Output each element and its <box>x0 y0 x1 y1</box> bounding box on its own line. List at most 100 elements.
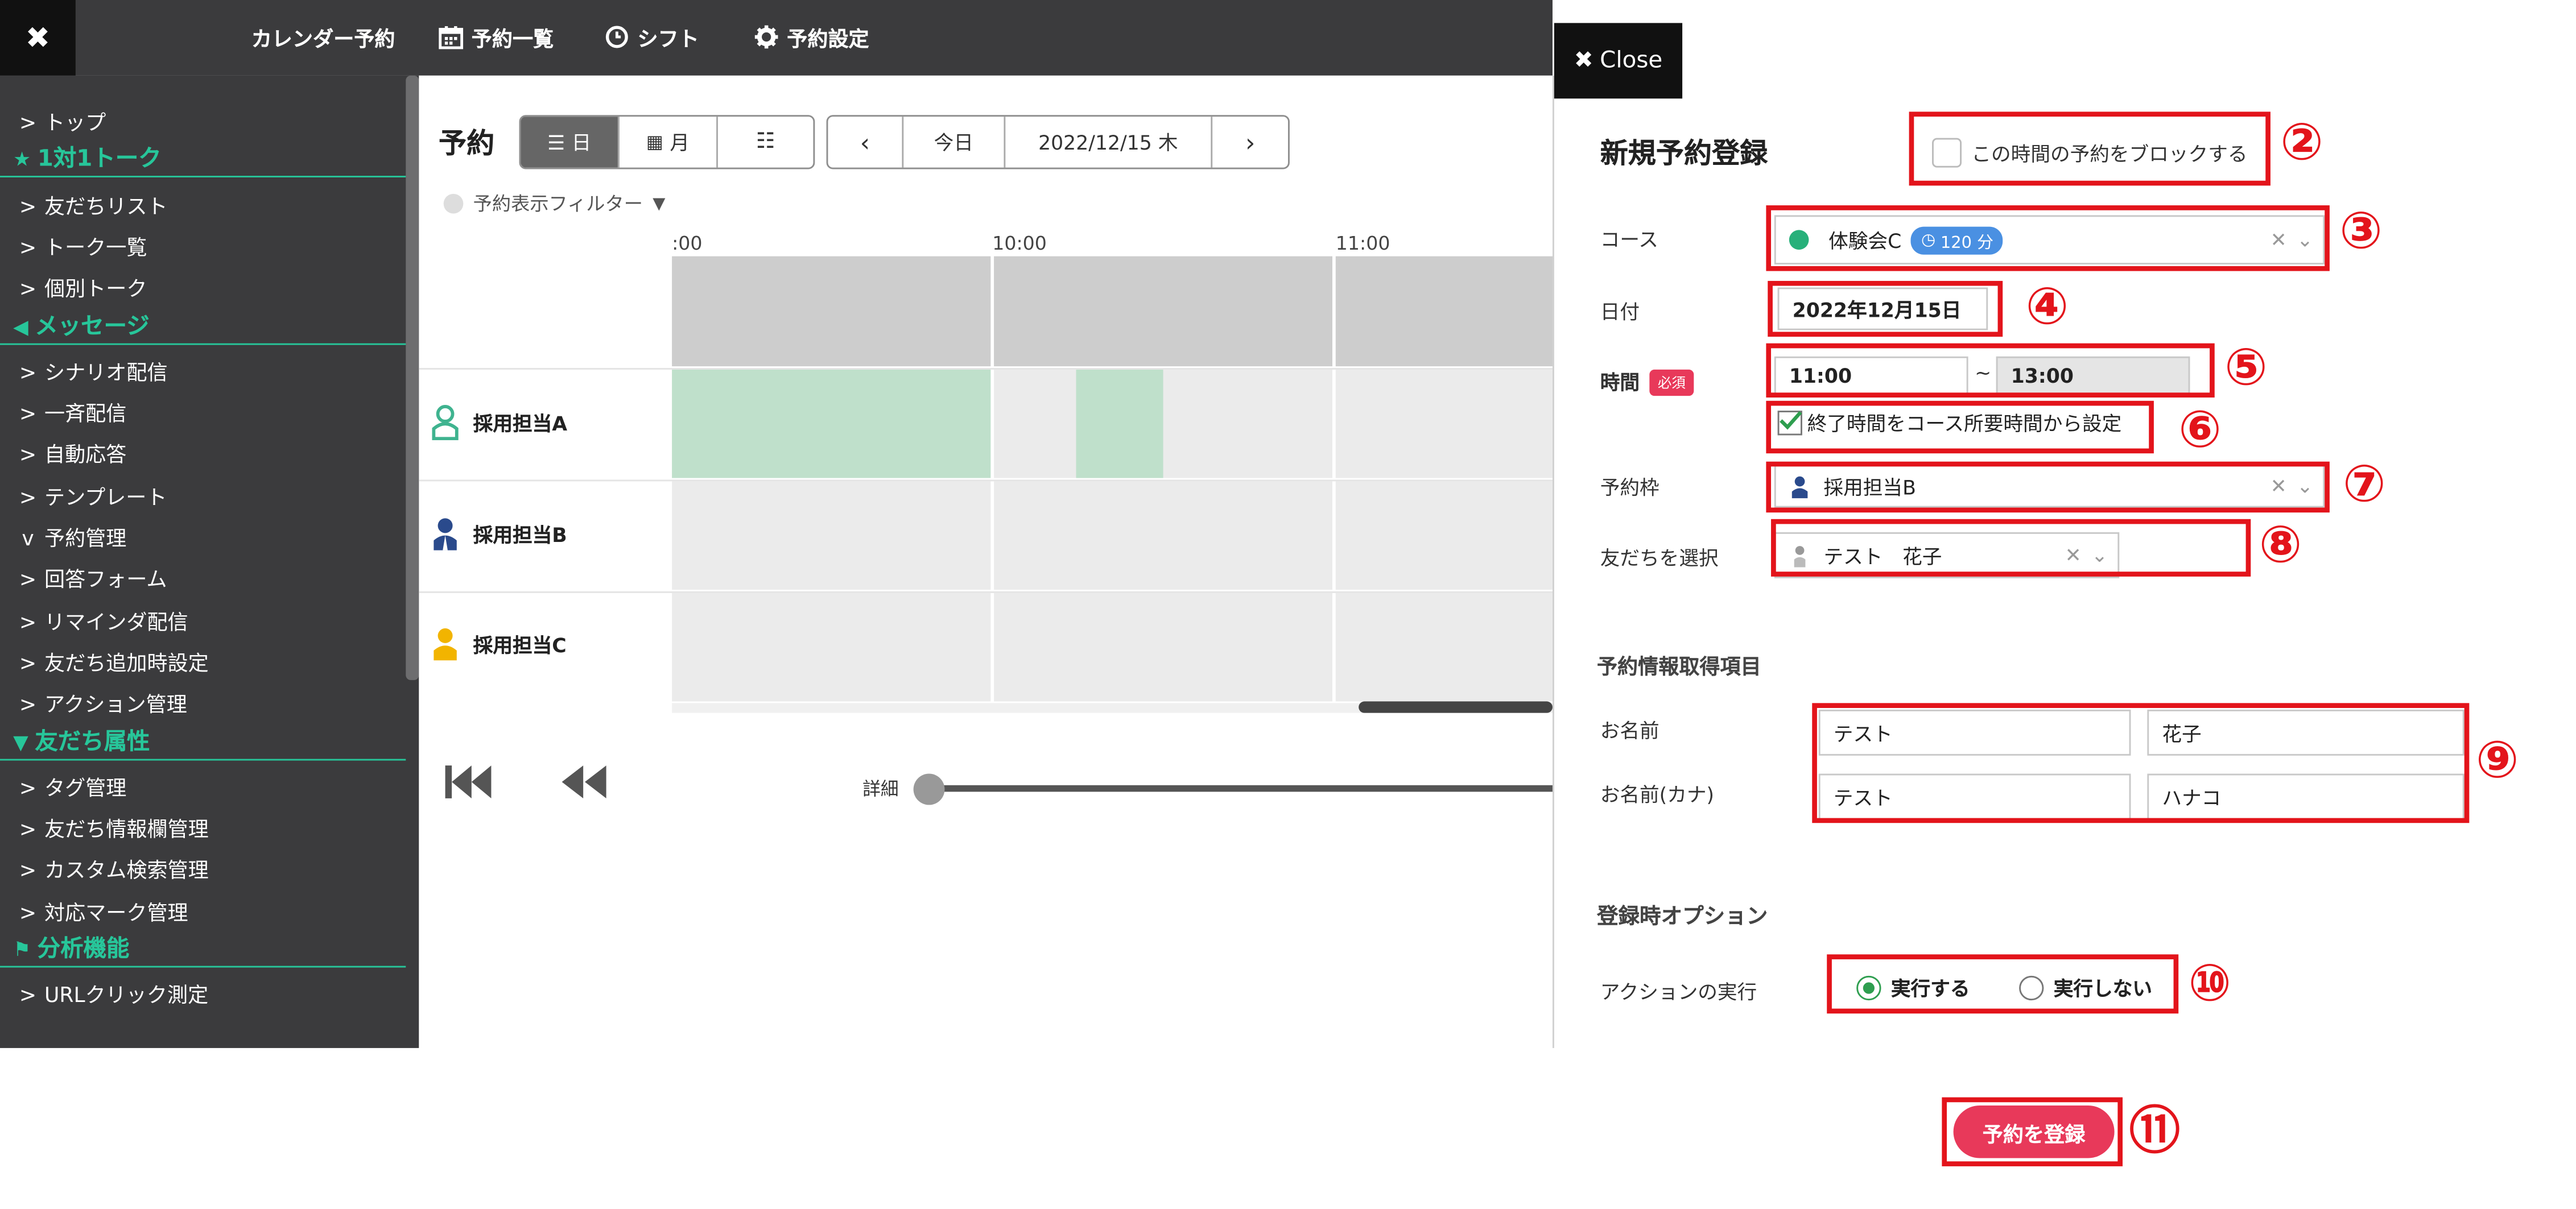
booked-slot[interactable] <box>1076 369 1163 478</box>
grid-scrollbar[interactable] <box>1359 701 1553 713</box>
sidebar-item-label: 一斉配信 <box>44 401 127 426</box>
annotation-number: ⑧ <box>2259 516 2302 575</box>
sidebar-item-11[interactable]: > 回答フォーム <box>0 562 406 594</box>
filter-label: 予約表示フィルター <box>473 192 643 216</box>
prev-day-button[interactable]: ‹ <box>828 117 904 168</box>
time-slot[interactable] <box>672 593 991 702</box>
nav-label: 予約設定 <box>787 26 869 51</box>
flag-icon: ⚑ <box>13 938 31 961</box>
close-icon[interactable]: ✖ <box>0 0 76 76</box>
time-slot[interactable] <box>994 369 1333 478</box>
chevron-right-icon: > <box>19 359 37 384</box>
chevron-right-icon: > <box>19 442 37 467</box>
sidebar-item-6[interactable]: > シナリオ配信 <box>0 354 406 386</box>
view-day-label: 日 <box>571 131 592 155</box>
chevron-right-icon: › <box>1245 127 1256 157</box>
current-date-display[interactable]: 2022/12/15 木 <box>1005 117 1213 168</box>
nav-booking-list[interactable]: 予約一覧 <box>439 22 554 53</box>
skip-first-icon <box>445 765 492 798</box>
sidebar-item-13[interactable]: > 友だち追加時設定 <box>0 645 406 677</box>
rewind-button[interactable] <box>559 762 608 808</box>
booking-filter-toggle[interactable]: 予約表示フィルター ▼ <box>443 191 666 217</box>
sidebar-item-2[interactable]: > 友だちリスト <box>0 188 406 220</box>
time-label: :00 <box>672 231 703 255</box>
sidebar-item-label: 自動応答 <box>44 442 127 467</box>
staff-label: 採用担当B <box>473 523 567 546</box>
time-slot[interactable] <box>994 593 1333 702</box>
sidebar-item-21[interactable]: > URLクリック測定 <box>0 978 406 1009</box>
sidebar-item-14[interactable]: > アクション管理 <box>0 687 406 718</box>
sidebar-item-4[interactable]: > 個別トーク <box>0 271 406 303</box>
sidebar-item-9[interactable]: > テンプレート <box>0 479 406 511</box>
sidebar-item-12[interactable]: > リマインダ配信 <box>0 604 406 635</box>
annotation-number: ⑪ <box>2129 1102 2181 1162</box>
list-icon: ☷ <box>756 130 775 155</box>
chevron-right-icon: > <box>19 858 37 883</box>
sidebar-item-label: トーク一覧 <box>44 234 147 260</box>
booked-slot[interactable] <box>672 369 991 478</box>
staff-row-b[interactable]: 採用担当B <box>431 516 567 552</box>
view-month-button[interactable]: ▦ 月 <box>620 117 718 168</box>
annotation-number: ③ <box>2339 202 2383 262</box>
time-slot[interactable] <box>1335 481 1553 590</box>
nav-booking-settings[interactable]: 予約設定 <box>754 22 869 53</box>
sidebar-item-8[interactable]: > 自動応答 <box>0 437 406 469</box>
person-icon <box>434 628 457 661</box>
time-slot[interactable] <box>672 481 991 590</box>
annotation-box <box>1909 111 2270 186</box>
today-button[interactable]: 今日 <box>903 117 1006 168</box>
nav-calendar-booking[interactable]: カレンダー予約 <box>251 22 395 53</box>
date-label: 2022/12/15 木 <box>1038 131 1178 155</box>
chevron-right-icon: > <box>19 650 37 675</box>
view-day-button[interactable]: ☰ 日 <box>521 117 620 168</box>
header-slot <box>672 256 991 367</box>
sidebar-item-label: 友だちリスト <box>44 193 168 218</box>
time-slot[interactable] <box>1335 369 1553 478</box>
sidebar-item-16[interactable]: > タグ管理 <box>0 770 406 801</box>
chevron-right-icon: > <box>19 234 37 260</box>
annotation-box <box>1766 461 2330 513</box>
gear-icon <box>754 25 778 49</box>
staff-row-a[interactable]: 採用担当A <box>431 404 567 441</box>
time-slot[interactable] <box>994 481 1333 590</box>
sidebar-item-19[interactable]: > 対応マーク管理 <box>0 895 406 926</box>
sidebar-item-3[interactable]: > トーク一覧 <box>0 230 406 261</box>
chevron-right-icon: > <box>19 692 37 717</box>
star-icon: ★ <box>13 148 31 172</box>
chevron-right-icon: > <box>19 775 37 800</box>
person-icon <box>432 405 459 441</box>
zoom-slider-track[interactable] <box>923 785 1553 792</box>
nav-shift[interactable]: シフト <box>605 22 699 53</box>
zoom-slider-handle[interactable] <box>913 773 945 805</box>
view-list-button[interactable]: ☷ <box>718 117 813 168</box>
calendar-icon <box>439 26 464 49</box>
sidebar-item-10[interactable]: v 予約管理 <box>0 521 406 552</box>
chevron-right-icon: > <box>19 110 37 135</box>
panel-title: 新規予約登録 <box>1600 138 1768 171</box>
sidebar-scrollbar[interactable] <box>406 75 419 680</box>
chevron-right-icon: > <box>19 900 37 925</box>
time-label: 時間 <box>1600 371 1640 395</box>
close-button[interactable]: ✖ Close <box>1554 23 1683 99</box>
annotation-box <box>1766 400 2154 454</box>
view-month-label: 月 <box>670 131 690 155</box>
time-slot[interactable] <box>1335 593 1553 702</box>
staff-row-c[interactable]: 採用担当C <box>431 626 567 663</box>
megaphone-icon: ◀ <box>13 314 28 338</box>
view-toggle: ☰ 日 ▦ 月 ☷ <box>519 115 815 169</box>
sidebar-item-label: 個別トーク <box>44 276 147 301</box>
sidebar-item-label: 回答フォーム <box>44 567 167 592</box>
chevron-left-icon: ‹ <box>860 127 870 157</box>
chevron-right-icon: > <box>19 276 37 301</box>
calendar-icon: ▦ <box>646 131 663 153</box>
chevron-right-icon: > <box>19 567 37 592</box>
sidebar-item-7[interactable]: > 一斉配信 <box>0 396 406 427</box>
sidebar-item-18[interactable]: > カスタム検索管理 <box>0 853 406 884</box>
next-day-button[interactable]: › <box>1212 117 1288 168</box>
chevron-down-icon: v <box>22 525 34 550</box>
action-label: アクションの実行 <box>1600 980 1757 1004</box>
time-label-group: 時間 必須 <box>1600 368 1694 396</box>
jump-first-button[interactable] <box>444 762 493 808</box>
sidebar-item-17[interactable]: > 友だち情報欄管理 <box>0 811 406 843</box>
sidebar-item-0[interactable]: > トップ <box>0 105 406 136</box>
